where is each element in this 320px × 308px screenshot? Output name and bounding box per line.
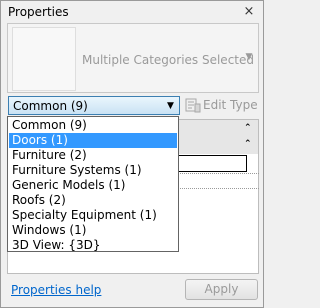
dropdown-option[interactable]: Specialty Equipment (1) (9, 208, 177, 223)
dropdown-option[interactable]: Generic Models (1) (9, 178, 177, 193)
dropdown-option[interactable]: Windows (1) (9, 223, 177, 238)
properties-help-link[interactable]: Properties help (11, 283, 101, 297)
category-dropdown-list: Common (9) Doors (1) Furniture (2) Furni… (7, 116, 179, 252)
edit-type-button[interactable]: Edit Type (203, 98, 258, 112)
panel-footer: Properties help Apply (2, 277, 264, 308)
category-filter-dropdown[interactable]: Common (9) ▼ (8, 96, 180, 115)
panel-title: Properties (8, 5, 69, 19)
edit-type-icon (185, 98, 201, 113)
dropdown-option[interactable]: Common (9) (9, 118, 177, 133)
dropdown-option[interactable]: 3D View: {3D} (9, 238, 177, 253)
type-preview-thumbnail (12, 27, 76, 91)
type-selector-label: Multiple Categories Selected (82, 53, 254, 67)
dropdown-option[interactable]: Roofs (2) (9, 193, 177, 208)
collapse-icon[interactable]: ⌃ (244, 139, 252, 149)
properties-panel: Properties × Multiple Categories Selecte… (0, 0, 264, 308)
category-filter-value: Common (9) (13, 99, 88, 113)
dropdown-option[interactable]: Furniture Systems (1) (9, 163, 177, 178)
type-selector[interactable]: Multiple Categories Selected ▼ (7, 23, 259, 93)
chevron-down-icon[interactable]: ▼ (244, 51, 254, 63)
apply-button[interactable]: Apply (185, 279, 258, 300)
dropdown-arrow-icon[interactable]: ▼ (167, 100, 175, 112)
dropdown-option[interactable]: Furniture (2) (9, 148, 177, 163)
title-bar: Properties × (2, 2, 262, 22)
filter-row: Common (9) ▼ Edit Type (7, 96, 259, 116)
close-icon[interactable]: × (242, 4, 256, 20)
dropdown-option-highlighted[interactable]: Doors (1) (9, 133, 177, 148)
collapse-icon[interactable]: ⌃ (244, 123, 252, 133)
